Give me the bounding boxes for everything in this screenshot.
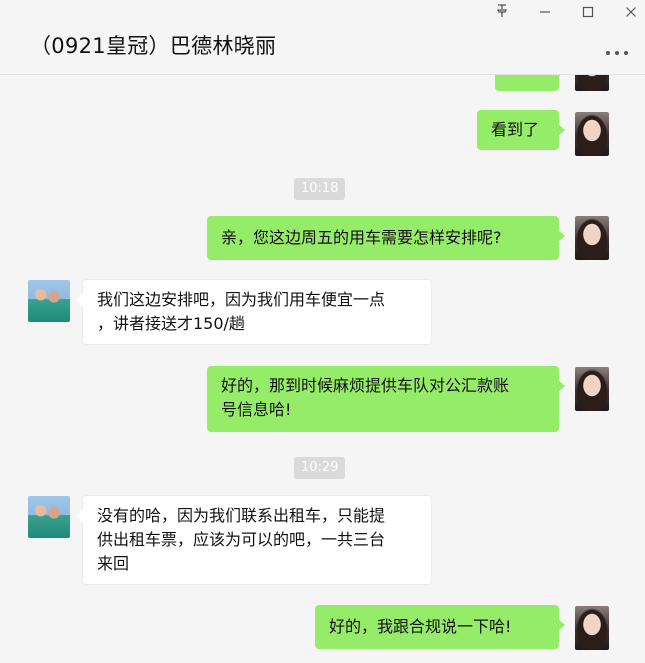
message-text: 号信息哈!: [221, 400, 292, 419]
timestamp: 10:29: [294, 457, 346, 479]
message-text: 亲，您这边周五的用车需要怎样安排呢?: [221, 228, 502, 247]
my-avatar[interactable]: [575, 216, 609, 260]
my-avatar[interactable]: [575, 367, 609, 411]
my-avatar[interactable]: [575, 112, 609, 156]
message-bubble-received[interactable]: 我们这边安排吧，因为我们用车便宜一点 ，讲者接送才150/趟: [76, 279, 432, 345]
message-bubble-sent[interactable]: 亲，您这边周五的用车需要怎样安排呢?: [207, 216, 565, 260]
message-bubble-sent[interactable]: 好的，我跟合规说一下哈!: [315, 605, 565, 649]
message-text: 我们这边安排吧，因为我们用车便宜一点: [97, 290, 386, 309]
message-text: 来回: [97, 554, 130, 573]
my-avatar[interactable]: [575, 606, 609, 650]
my-avatar[interactable]: [575, 75, 609, 91]
message-text: 供出租车票，应该为可以的吧，一共三台: [97, 530, 386, 549]
minimize-icon[interactable]: [533, 4, 557, 26]
message-bubble-partial[interactable]: [495, 75, 565, 91]
message-text: 好的，我跟合规说一下哈!: [329, 617, 512, 636]
message-text: 看到了: [491, 120, 540, 139]
timestamp: 10:18: [294, 178, 346, 200]
chat-title: （0921皇冠）巴德林晓丽: [30, 34, 277, 58]
message-bubble-received[interactable]: 没有的哈，因为我们联系出租车，只能提 供出租车票，应该为可以的吧，一共三台 来回: [76, 495, 432, 585]
message-bubble-sent[interactable]: 看到了: [477, 110, 565, 150]
maximize-icon[interactable]: [576, 4, 600, 26]
more-icon[interactable]: [605, 40, 629, 61]
message-bubble-sent[interactable]: 好的，那到时候麻烦提供车队对公汇款账 号信息哈!: [207, 366, 565, 432]
message-text: 没有的哈，因为我们联系出租车，只能提: [97, 506, 386, 525]
pin-icon[interactable]: [490, 4, 514, 26]
contact-avatar[interactable]: [28, 496, 70, 538]
close-icon[interactable]: [619, 4, 643, 26]
message-text: ，讲者接送才150/趟: [97, 314, 245, 333]
message-list[interactable]: 看到了 10:18 亲，您这边周五的用车需要怎样安排呢? 我们这边安排吧，因为我…: [0, 75, 645, 663]
contact-avatar[interactable]: [28, 280, 70, 322]
message-text: 好的，那到时候麻烦提供车队对公汇款账: [221, 376, 510, 395]
chat-header: （0921皇冠）巴德林晓丽: [0, 0, 645, 75]
